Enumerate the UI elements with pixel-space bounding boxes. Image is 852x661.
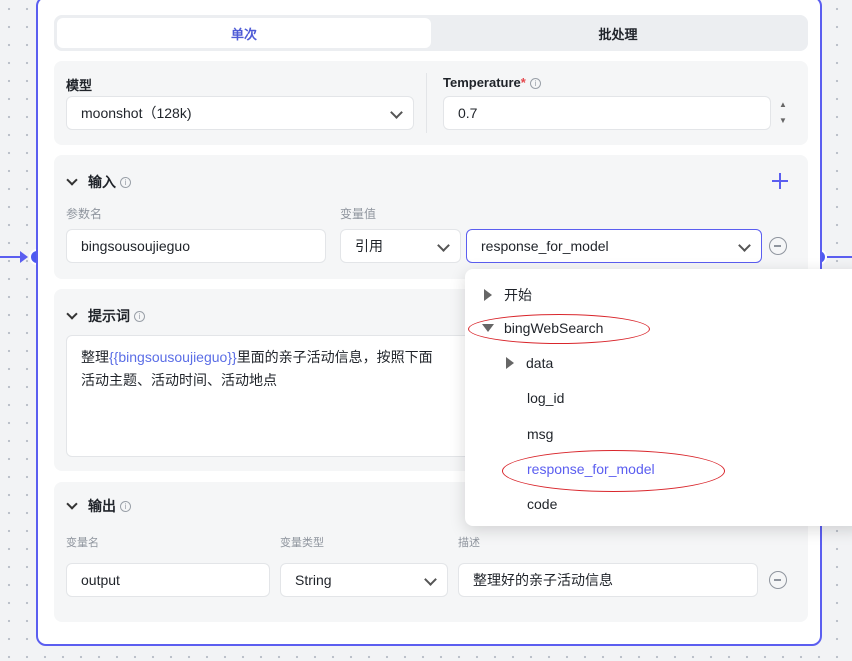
input-title: 输入 xyxy=(88,174,116,190)
chevron-down-icon xyxy=(738,239,751,252)
input-panel: 输入 i 参数名 变量值 bingsousoujieguo 引用 respons… xyxy=(54,155,808,279)
output-title: 输出 xyxy=(88,498,116,514)
input-section-header[interactable]: 输入 i xyxy=(66,172,131,192)
prompt-text-line2: 活动主题、活动时间、活动地点 xyxy=(81,372,277,388)
add-input-button[interactable] xyxy=(772,173,788,189)
chevron-down-icon xyxy=(390,106,403,119)
output-type-header: 变量类型 xyxy=(280,537,324,549)
model-label: 模型 xyxy=(66,78,93,93)
tree-node-code[interactable]: code xyxy=(527,496,557,512)
output-desc-input[interactable]: 整理好的亲子活动信息 xyxy=(458,563,758,597)
param-name-value: bingsousoujieguo xyxy=(81,238,190,254)
output-name-header: 变量名 xyxy=(66,537,99,549)
incoming-arrow-icon xyxy=(20,251,28,263)
param-name-input[interactable]: bingsousoujieguo xyxy=(66,229,326,263)
tree-node-log-id[interactable]: log_id xyxy=(527,390,564,406)
temperature-label-text: Temperature xyxy=(443,75,521,90)
stepper-up-icon[interactable]: ▲ xyxy=(777,97,789,110)
param-value-header: 变量值 xyxy=(340,207,377,221)
prompt-text-before: 整理 xyxy=(81,349,109,365)
annotation-ellipse-bingwebsearch xyxy=(468,314,650,344)
prompt-text: 整理{{bingsousoujieguo}}里面的亲子活动信息，按照下面 活动主… xyxy=(81,346,501,392)
remove-output-button[interactable] xyxy=(769,571,787,589)
collapse-chevron-icon[interactable] xyxy=(66,498,78,510)
collapse-chevron-icon[interactable] xyxy=(66,308,78,320)
chevron-down-icon xyxy=(437,239,450,252)
required-mark: * xyxy=(520,75,526,90)
value-reference-select[interactable]: response_for_model xyxy=(466,229,762,263)
output-name-input[interactable]: output xyxy=(66,563,270,597)
tab-batch[interactable]: 批处理 xyxy=(431,18,805,48)
tree-node-start[interactable]: 开始 xyxy=(484,285,532,305)
prompt-text-after: 里面的亲子活动信息，按照下面 xyxy=(236,349,433,365)
temperature-value: 0.7 xyxy=(458,105,478,121)
column-divider xyxy=(426,73,427,133)
prompt-title: 提示词 xyxy=(88,308,130,324)
annotation-ellipse-response xyxy=(502,450,725,492)
chevron-down-icon xyxy=(424,573,437,586)
prompt-section-header[interactable]: 提示词 i xyxy=(66,306,145,326)
value-type-value: 引用 xyxy=(355,238,383,254)
remove-input-button[interactable] xyxy=(769,237,787,255)
prompt-variable: {{bingsousoujieguo}} xyxy=(109,349,237,365)
model-select[interactable]: moonshot（128k) xyxy=(66,96,414,130)
info-icon[interactable]: i xyxy=(134,310,145,322)
output-type-value: String xyxy=(295,572,332,588)
tree-node-data[interactable]: data xyxy=(506,355,553,371)
temperature-stepper[interactable]: ▲ ▼ xyxy=(777,97,789,131)
collapse-chevron-icon[interactable] xyxy=(66,174,78,186)
info-icon[interactable]: i xyxy=(120,176,131,188)
tree-node-label: 开始 xyxy=(504,287,532,303)
info-icon[interactable]: i xyxy=(120,500,131,512)
output-name-value: output xyxy=(81,572,120,588)
model-settings-panel: 模型 moonshot（128k) Temperature* i 0.7 ▲ ▼ xyxy=(54,61,808,145)
expand-arrow-icon[interactable] xyxy=(484,289,492,301)
expand-arrow-icon[interactable] xyxy=(506,357,514,369)
output-type-select[interactable]: String xyxy=(280,563,448,597)
tree-node-label: data xyxy=(526,355,554,371)
output-desc-header: 描述 xyxy=(458,537,480,549)
tab-single[interactable]: 单次 xyxy=(57,18,431,48)
tree-node-msg[interactable]: msg xyxy=(527,426,553,442)
value-type-select[interactable]: 引用 xyxy=(340,229,461,263)
output-section-header[interactable]: 输出 i xyxy=(66,496,131,516)
value-reference-value: response_for_model xyxy=(481,238,609,254)
temperature-label: Temperature* i xyxy=(443,75,541,90)
mode-tabs: 单次 批处理 xyxy=(54,15,808,51)
temperature-input[interactable]: 0.7 xyxy=(443,96,771,130)
output-desc-value: 整理好的亲子活动信息 xyxy=(473,572,613,588)
model-select-value: moonshot（128k) xyxy=(81,105,192,121)
info-icon[interactable]: i xyxy=(529,78,541,89)
outgoing-edge xyxy=(827,256,852,258)
param-name-header: 参数名 xyxy=(66,207,103,221)
stepper-down-icon[interactable]: ▼ xyxy=(777,110,789,125)
